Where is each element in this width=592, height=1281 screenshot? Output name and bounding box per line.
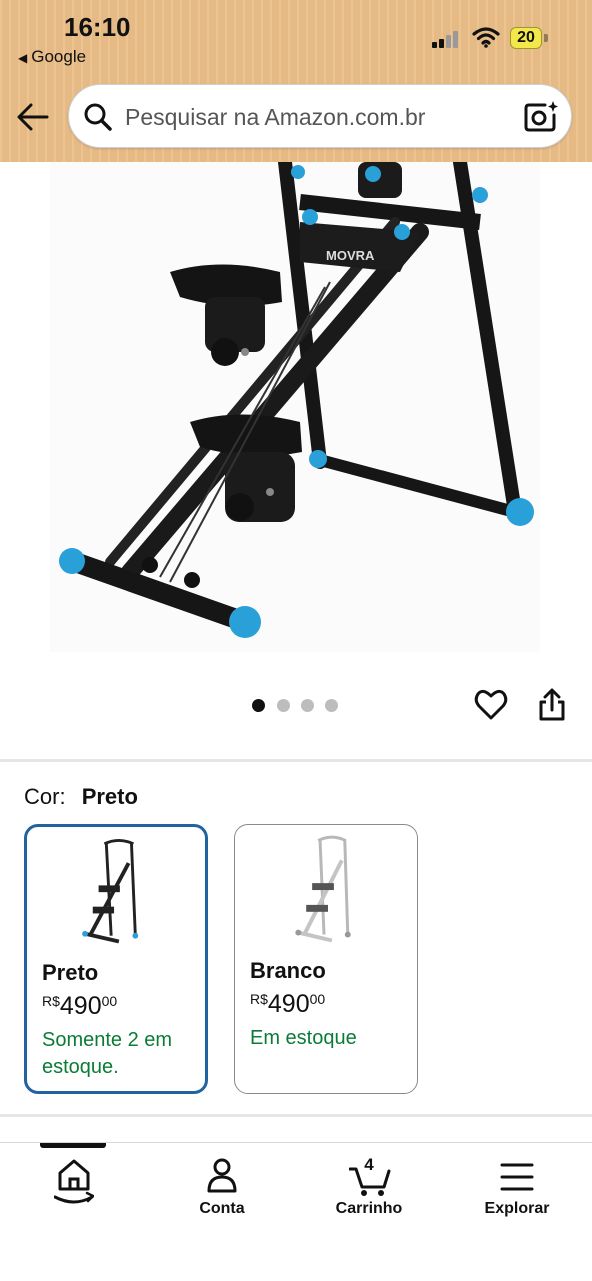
nav-account-label: Conta <box>199 1200 245 1217</box>
option-price: R$49000 <box>42 992 117 1021</box>
movra-brand-label: MOVRA <box>326 248 375 263</box>
battery-nub <box>544 34 548 42</box>
header: 16:10 ◀ Google 20 Pesquisar na Amazon.com… <box>0 0 592 162</box>
product-thumbnail-white <box>295 835 351 943</box>
wifi-icon <box>472 27 500 48</box>
nav-cart[interactable]: 4 Carrinho <box>309 1143 429 1223</box>
option-price: R$49000 <box>250 990 325 1019</box>
camera-search-icon[interactable] <box>523 99 559 135</box>
svg-text:MOVRA: MOVRA <box>326 248 375 263</box>
stock-status: Somente 2 em estoque. <box>42 1029 173 1078</box>
section-divider <box>0 759 592 762</box>
color-option-preto[interactable]: Preto R$49000 Somente 2 em estoque. <box>24 824 208 1094</box>
back-to-app-link[interactable]: ◀ Google <box>18 47 86 67</box>
nav-explore-label: Explorar <box>484 1200 550 1217</box>
home-icon <box>54 1159 94 1204</box>
option-name: Branco <box>250 958 326 983</box>
heart-icon[interactable] <box>474 688 508 722</box>
back-triangle-icon: ◀ <box>18 51 28 65</box>
nav-cart-label: Carrinho <box>335 1200 403 1217</box>
back-arrow-icon[interactable] <box>16 100 50 134</box>
cellular-signal-icon <box>432 30 464 48</box>
color-label: Cor: <box>24 784 66 809</box>
menu-icon <box>500 1163 534 1191</box>
price-currency: R$ <box>250 991 268 1007</box>
back-app-label: Google <box>31 47 87 66</box>
nav-explore[interactable]: Explorar <box>457 1143 577 1223</box>
share-icon[interactable] <box>537 688 567 722</box>
nav-account[interactable]: Conta <box>162 1143 282 1223</box>
status-time: 16:10 <box>64 12 131 42</box>
price-whole: 490 <box>59 992 102 1020</box>
carousel-dot[interactable] <box>325 699 338 712</box>
price-cents: 00 <box>309 991 326 1007</box>
color-option-branco[interactable]: Branco R$49000 Em estoque <box>234 824 418 1094</box>
account-icon <box>207 1158 237 1193</box>
price-cents: 00 <box>101 993 118 1009</box>
carousel-dot[interactable] <box>301 699 314 712</box>
selected-color-value: Preto <box>81 784 138 809</box>
stock-status: Em estoque <box>250 1027 357 1049</box>
color-selector-label-row: Cor: Preto <box>24 784 138 810</box>
carousel-dot[interactable] <box>252 699 265 712</box>
battery-icon: 20 <box>510 27 542 49</box>
section-divider <box>0 1114 592 1117</box>
active-tab-indicator <box>40 1143 106 1148</box>
nav-home[interactable] <box>14 1143 134 1223</box>
carousel-dot[interactable] <box>277 699 290 712</box>
product-image[interactable]: MOVRA <box>0 162 592 692</box>
cart-icon <box>349 1167 391 1196</box>
search-input[interactable]: Pesquisar na Amazon.com.br <box>68 84 572 148</box>
search-icon <box>84 103 112 131</box>
price-whole: 490 <box>267 990 310 1018</box>
search-placeholder: Pesquisar na Amazon.com.br <box>125 104 426 130</box>
product-thumbnail-black <box>82 838 139 944</box>
bottom-navigation: Conta 4 Carrinho Explorar <box>0 1142 592 1281</box>
option-name: Preto <box>42 960 99 985</box>
price-currency: R$ <box>42 993 60 1009</box>
